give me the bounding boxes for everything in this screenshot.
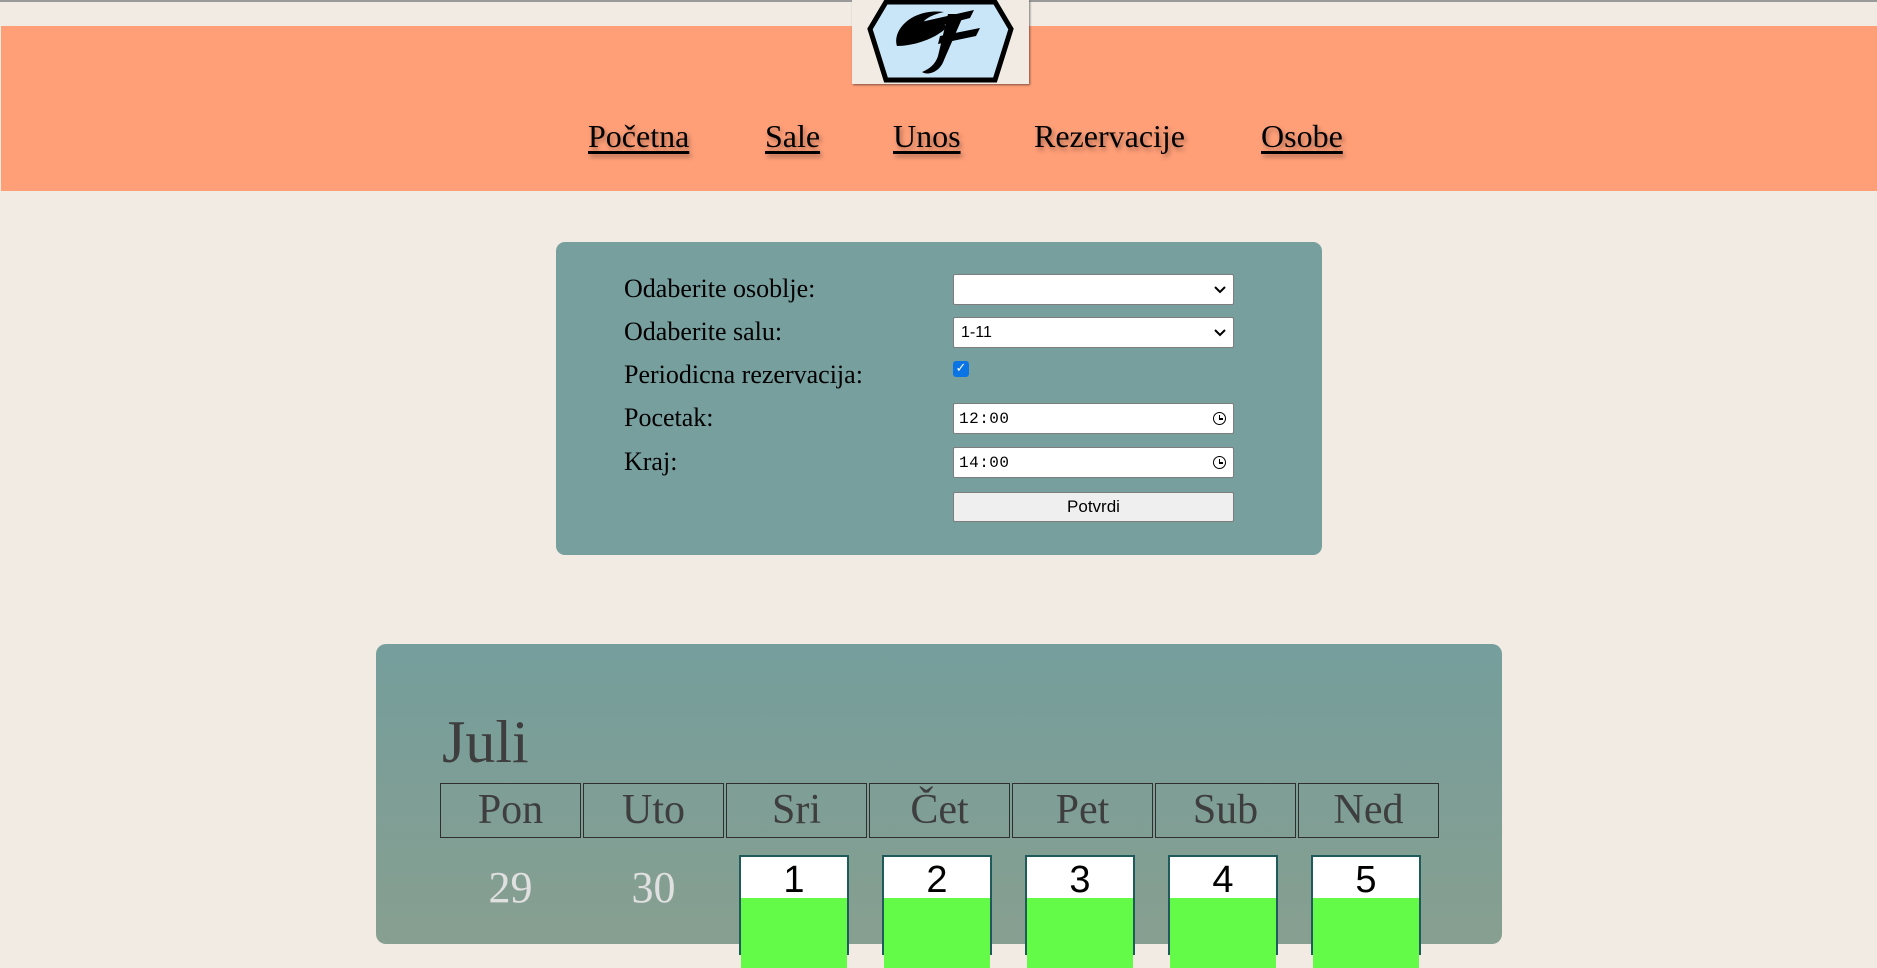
prev-month-day: 29 [488, 863, 533, 912]
calendar-day[interactable]: 1 [739, 855, 849, 968]
nav-item-unos[interactable]: Unos [893, 118, 961, 155]
calendar-day[interactable]: 3 [1025, 855, 1135, 968]
start-time-value: 12:00 [959, 410, 1010, 428]
weekday-header: Čet [869, 783, 1010, 838]
clock-icon[interactable] [1213, 412, 1226, 425]
submit-button[interactable]: Potvrdi [953, 492, 1234, 522]
clock-icon[interactable] [1213, 456, 1226, 469]
calendar-day-number: 5 [1355, 859, 1377, 901]
availability-bar [1027, 898, 1133, 968]
staff-label: Odaberite osoblje: [624, 274, 816, 303]
reservation-form: Odaberite osoblje: Odaberite salu: 1-11 … [556, 242, 1322, 555]
availability-bar [884, 898, 990, 968]
start-label: Pocetak: [624, 403, 714, 432]
chevron-down-icon [1213, 279, 1227, 303]
availability-bar [741, 898, 847, 968]
main-nav: Početna Sale Unos Rezervacije Osobe [1, 118, 1877, 168]
site-logo[interactable] [852, 0, 1029, 84]
chevron-down-icon [1213, 322, 1227, 346]
end-time-input[interactable]: 14:00 [953, 447, 1234, 478]
weekday-header: Pet [1012, 783, 1153, 838]
calendar-day[interactable]: 4 [1168, 855, 1278, 968]
calendar-day-number: 4 [1212, 859, 1234, 901]
availability-bar [1170, 898, 1276, 968]
calendar-day-number: 2 [926, 859, 948, 901]
room-select-value: 1-11 [961, 324, 992, 341]
periodic-checkbox[interactable]: ✓ [953, 361, 969, 377]
weekday-header: Sri [726, 783, 867, 838]
calendar-day-number: 3 [1069, 859, 1091, 901]
availability-bar [1313, 898, 1419, 968]
weekday-header: Uto [583, 783, 724, 838]
calendar-day[interactable]: 2 [882, 855, 992, 968]
nav-item-rezervacije[interactable]: Rezervacije [1034, 118, 1185, 155]
room-label: Odaberite salu: [624, 317, 783, 346]
weekday-header: Sub [1155, 783, 1296, 838]
nav-item-sale[interactable]: Sale [765, 118, 820, 155]
nav-item-osobe[interactable]: Osobe [1261, 118, 1343, 155]
nav-item-pocetna[interactable]: Početna [588, 118, 689, 155]
staff-select[interactable] [953, 274, 1234, 305]
weekday-header: Pon [440, 783, 581, 838]
prev-month-day: 30 [631, 863, 676, 912]
start-time-input[interactable]: 12:00 [953, 403, 1234, 434]
hexagon-logo-icon [867, 0, 1014, 83]
end-label: Kraj: [624, 447, 678, 476]
calendar-panel: Juli Pon Uto Sri Čet Pet Sub Ned 29 30 1… [376, 644, 1502, 968]
weekday-header: Ned [1298, 783, 1439, 838]
end-time-value: 14:00 [959, 454, 1010, 472]
calendar-month-title: Juli [442, 709, 529, 775]
calendar-day[interactable]: 5 [1311, 855, 1421, 968]
calendar-day-number: 1 [783, 859, 805, 901]
periodic-label: Periodicna rezervacija: [624, 360, 863, 389]
room-select[interactable]: 1-11 [953, 317, 1234, 348]
